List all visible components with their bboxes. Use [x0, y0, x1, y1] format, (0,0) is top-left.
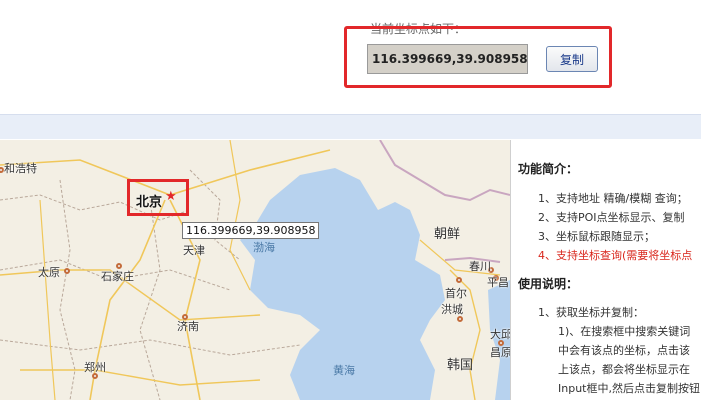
usage-title: 使用说明：: [518, 277, 579, 291]
city-dot: [92, 373, 98, 379]
city-label: 济南: [177, 320, 199, 333]
map-canvas[interactable]: 和浩特 天津 太原 石家庄 济南 郑州 春川 首尔 平昌 洪城 大邱 昌原 朝鲜…: [0, 140, 511, 400]
city-label: 昌原: [490, 346, 511, 359]
intro-title: 功能简介：: [518, 162, 579, 176]
city-dot: [456, 277, 462, 283]
intro-item: 2、支持POI点坐标显示、复制: [538, 211, 685, 224]
region-label: 韩国: [447, 358, 474, 373]
beijing-label: 北京: [136, 195, 163, 210]
usage-line: Input框中,然后点击复制按钮: [558, 382, 700, 395]
usage-item: 1、获取坐标并复制：: [538, 306, 644, 319]
city-dot: [64, 268, 70, 274]
intro-item: 4、支持坐标查询(需要将坐标点: [538, 249, 693, 262]
city-label: 洪城: [441, 303, 463, 316]
star-marker-icon[interactable]: ★: [165, 190, 177, 203]
region-label: 朝鲜: [434, 227, 461, 242]
city-label: 春川: [469, 260, 491, 273]
copy-button[interactable]: 复制: [546, 46, 598, 72]
sea-label: 黄海: [333, 364, 355, 377]
usage-line: 上该点，都会将坐标显示在: [558, 363, 690, 376]
city-label: 首尔: [445, 287, 467, 300]
city-label: 和浩特: [4, 162, 37, 175]
city-label: 天津: [183, 244, 205, 257]
usage-line: 中会有该点的坐标，点击该: [558, 344, 690, 357]
city-label: 石家庄: [101, 270, 134, 283]
coord-input[interactable]: 116.399669,39.908958: [367, 44, 528, 74]
intro-item: 3、坐标鼠标跟随显示；: [538, 230, 655, 243]
intro-item: 1、支持地址 精确/模糊 查询；: [538, 192, 688, 205]
divider-band: [0, 114, 701, 139]
info-panel: 功能简介： 1、支持地址 精确/模糊 查询； 2、支持POI点坐标显示、复制 3…: [514, 140, 701, 400]
sea-label: 渤海: [253, 241, 275, 254]
city-label: 太原: [38, 266, 60, 279]
city-label: 平昌: [487, 276, 509, 289]
city-dot: [457, 316, 463, 322]
map-geography: [0, 140, 510, 400]
coordinate-tooltip: 116.399669,39.908958: [182, 222, 320, 239]
usage-line: 1)、在搜索框中搜索关键词: [558, 325, 691, 338]
